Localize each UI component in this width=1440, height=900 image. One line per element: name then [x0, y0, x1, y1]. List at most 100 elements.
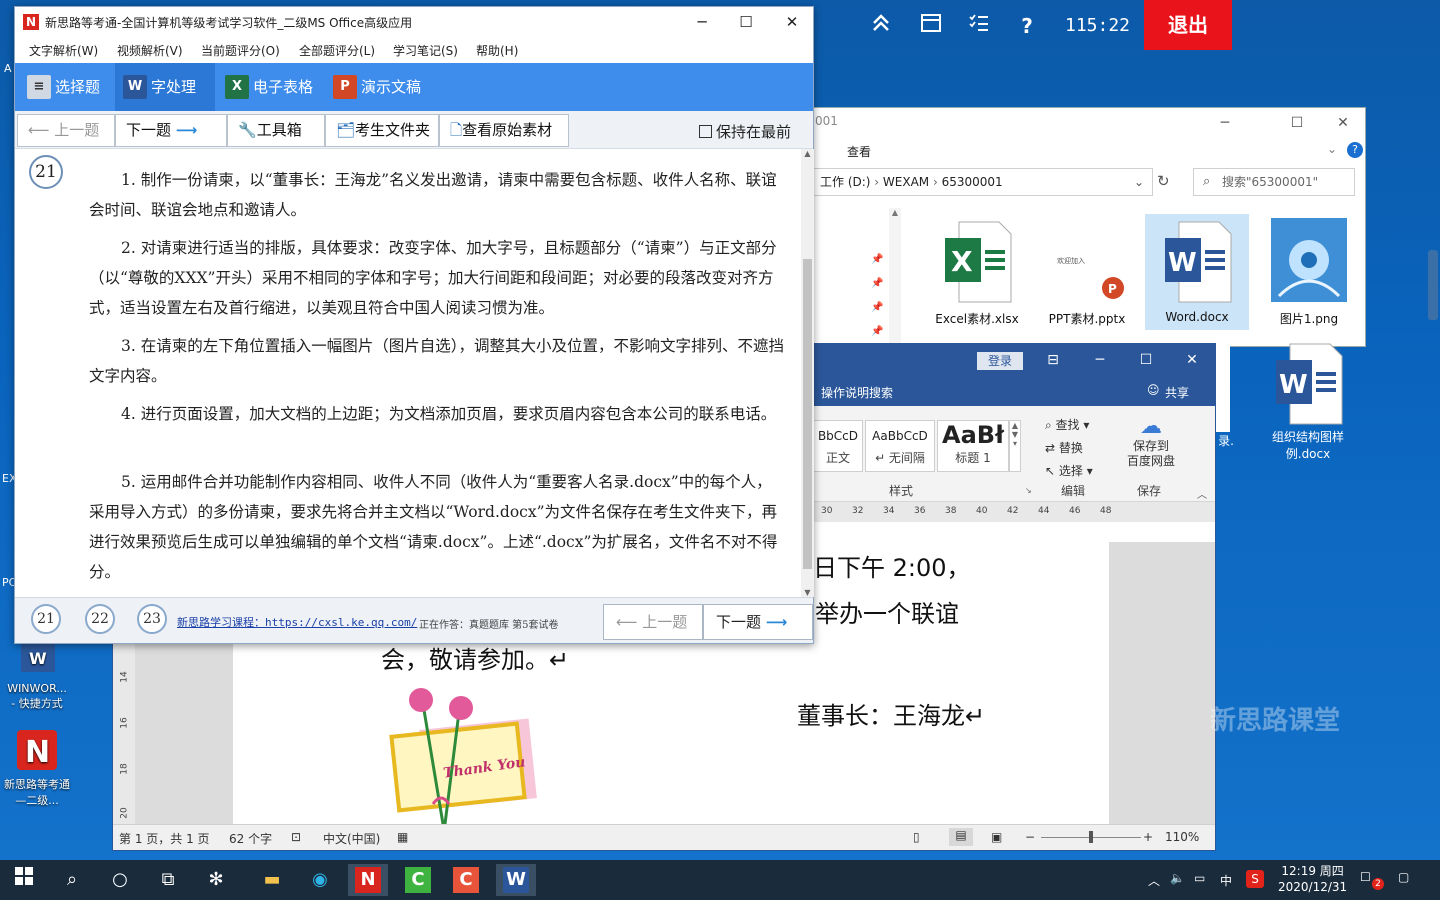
select-button[interactable]: ↖ 选择 ▾: [1045, 462, 1093, 479]
address-bar[interactable]: 工作 (D:) › WEXAM › 65300001 ⌄: [813, 168, 1153, 196]
exit-button[interactable]: 退出: [1144, 0, 1232, 50]
minimize-icon[interactable]: ─: [1213, 112, 1237, 134]
menu-help[interactable]: 帮助(H): [476, 42, 518, 59]
course-link[interactable]: 新思路学习课程：https://cxsl.ke.qq.com/: [177, 614, 417, 630]
web-layout-icon[interactable]: ▣: [991, 830, 1002, 844]
tray-chevron-icon[interactable]: ︿: [1148, 872, 1160, 889]
question-scrollbar[interactable]: ▲ ▼: [801, 149, 814, 597]
nav-scrollbar[interactable]: ▲: [889, 208, 901, 346]
footer-prev-button[interactable]: ⟵ 上一题: [603, 604, 703, 640]
replace-button[interactable]: ⇄ 替换: [1045, 439, 1083, 456]
menu-text-analysis[interactable]: 文字解析(W): [29, 42, 98, 59]
breadcrumb-item[interactable]: WEXAM: [883, 175, 929, 189]
tab-presentation[interactable]: P 演示文稿: [325, 63, 435, 111]
read-mode-icon[interactable]: ▯: [913, 830, 920, 844]
ribbon-tab-view[interactable]: 查看: [847, 143, 871, 160]
search-input[interactable]: 搜索"65300001": [1193, 168, 1355, 196]
save-baidu-button[interactable]: ☁ 保存到 百度网盘: [1123, 414, 1179, 469]
minimize-icon[interactable]: ─: [1088, 350, 1112, 370]
action-center-icon[interactable]: ☐: [1360, 870, 1371, 884]
styles-scroll[interactable]: ▲ ▼ ▾: [1009, 420, 1021, 472]
desktop-scrollbar[interactable]: [1428, 250, 1438, 320]
menu-video-analysis[interactable]: 视频解析(V): [117, 42, 183, 59]
file-org-chart-docx[interactable]: W 组织结构图样例.docx: [1258, 338, 1358, 462]
find-button[interactable]: ⌕ 查找 ▾: [1045, 416, 1089, 433]
page-22-button[interactable]: 22: [85, 604, 115, 634]
pinwheel-app-icon[interactable]: ✻: [196, 864, 236, 896]
close-icon[interactable]: ✕: [777, 11, 807, 33]
footer-next-button[interactable]: 下一题 ⟶: [703, 604, 813, 640]
maximize-icon[interactable]: ☐: [1285, 112, 1309, 134]
style-normal[interactable]: BbCcD 正文: [813, 420, 863, 472]
cortana-icon[interactable]: ○: [100, 864, 140, 896]
style-no-spacing[interactable]: AaBbCcD ↵ 无间隔: [865, 420, 935, 472]
file-excel-material[interactable]: X Excel素材.xlsx: [925, 216, 1029, 327]
chevron-down-icon[interactable]: ⌄: [1327, 142, 1337, 156]
scrollbar-thumb[interactable]: [803, 259, 812, 569]
maximize-icon[interactable]: ☐: [731, 11, 761, 33]
print-layout-icon[interactable]: ▤: [949, 828, 973, 846]
proofing-icon[interactable]: ⊡: [291, 830, 301, 844]
sogou-ime-icon[interactable]: S: [1246, 870, 1264, 888]
breadcrumb-item[interactable]: 65300001: [942, 175, 1003, 189]
close-icon[interactable]: ✕: [1180, 350, 1204, 370]
macro-icon[interactable]: ▦: [397, 830, 408, 844]
zoom-slider-thumb[interactable]: [1089, 831, 1093, 843]
menu-study-notes[interactable]: 学习笔记(S): [393, 42, 458, 59]
exam-folder-button[interactable]: 🗂考生文件夹: [325, 114, 439, 147]
volume-icon[interactable]: 🔈: [1170, 871, 1185, 885]
edge-browser-icon[interactable]: ◉: [300, 864, 340, 896]
zoom-out-icon[interactable]: −: [1025, 830, 1035, 844]
login-button[interactable]: 登录: [977, 352, 1023, 370]
help-icon[interactable]: ?: [1012, 12, 1042, 40]
scroll-down-icon[interactable]: ▼: [801, 588, 814, 597]
desktop-icon-winword[interactable]: W WINWOR... - 快捷方式: [2, 644, 72, 711]
word-count[interactable]: 62 个字: [229, 830, 272, 847]
camtasia-green-icon[interactable]: C: [398, 864, 438, 896]
toolbox-button[interactable]: 🔧工具箱: [227, 114, 325, 147]
minimize-icon[interactable]: ─: [687, 11, 717, 33]
next-question-button[interactable]: 下一题 ⟶: [115, 114, 227, 147]
collapse-icon[interactable]: [866, 12, 896, 40]
view-original-button[interactable]: 🗋查看原始素材: [439, 114, 569, 147]
tell-me-search[interactable]: 操作说明搜索: [821, 384, 893, 401]
share-button[interactable]: 共享: [1165, 384, 1189, 401]
xinsilu-taskbar-icon[interactable]: N: [348, 864, 388, 896]
ime-indicator[interactable]: 中: [1220, 872, 1232, 889]
prev-question-button[interactable]: ⟵ 上一题: [17, 114, 115, 147]
tab-choice[interactable]: ≡ 选择题: [19, 63, 115, 111]
word-taskbar-icon[interactable]: W: [496, 864, 536, 896]
camtasia-red-icon[interactable]: C: [446, 864, 486, 896]
file-ppt-material[interactable]: 欢迎加入 P PPT素材.pptx: [1035, 216, 1139, 327]
page-count[interactable]: 第 1 页，共 1 页: [119, 830, 210, 847]
maximize-icon[interactable]: ☐: [1134, 350, 1158, 370]
clock[interactable]: 12:19 周四 2020/12/31: [1278, 863, 1347, 895]
search-icon[interactable]: ⌕: [52, 864, 92, 896]
task-view-icon[interactable]: ⧉: [148, 864, 188, 896]
checklist-icon[interactable]: [964, 12, 994, 40]
style-heading1[interactable]: AaBł 标题 1: [937, 420, 1009, 472]
menu-score-current[interactable]: 当前题评分(O): [201, 42, 280, 59]
window-icon[interactable]: [916, 12, 946, 40]
close-icon[interactable]: ✕: [1331, 112, 1355, 134]
file-explorer-icon[interactable]: ▬: [252, 864, 292, 896]
breadcrumb-item[interactable]: 工作 (D:): [820, 175, 870, 189]
page-21-button[interactable]: 21: [31, 604, 61, 634]
menu-score-all[interactable]: 全部题评分(L): [299, 42, 375, 59]
collapse-ribbon-icon[interactable]: ︿: [1197, 486, 1207, 501]
file-word-docx[interactable]: W Word.docx: [1145, 214, 1249, 330]
desktop-icon-xinsilu[interactable]: N 新思路等考通—二级...: [2, 728, 72, 808]
zoom-level[interactable]: 110%: [1165, 830, 1199, 844]
tab-spreadsheet[interactable]: X 电子表格: [217, 63, 327, 111]
chevron-down-icon[interactable]: ⌄: [1134, 169, 1144, 195]
help-icon[interactable]: ?: [1347, 142, 1363, 158]
notification-icon[interactable]: ▢: [1398, 870, 1409, 884]
thank-you-card-image[interactable]: Thank You: [383, 684, 543, 826]
refresh-icon[interactable]: ↻: [1157, 172, 1170, 190]
ribbon-display-icon[interactable]: ⊟: [1041, 350, 1065, 370]
page-23-button[interactable]: 23: [137, 604, 167, 634]
zoom-in-icon[interactable]: +: [1143, 830, 1153, 844]
tab-word-processing[interactable]: W 字处理: [115, 63, 215, 111]
start-button[interactable]: [4, 864, 44, 896]
keep-on-top-checkbox[interactable]: 保持在最前: [699, 121, 791, 142]
